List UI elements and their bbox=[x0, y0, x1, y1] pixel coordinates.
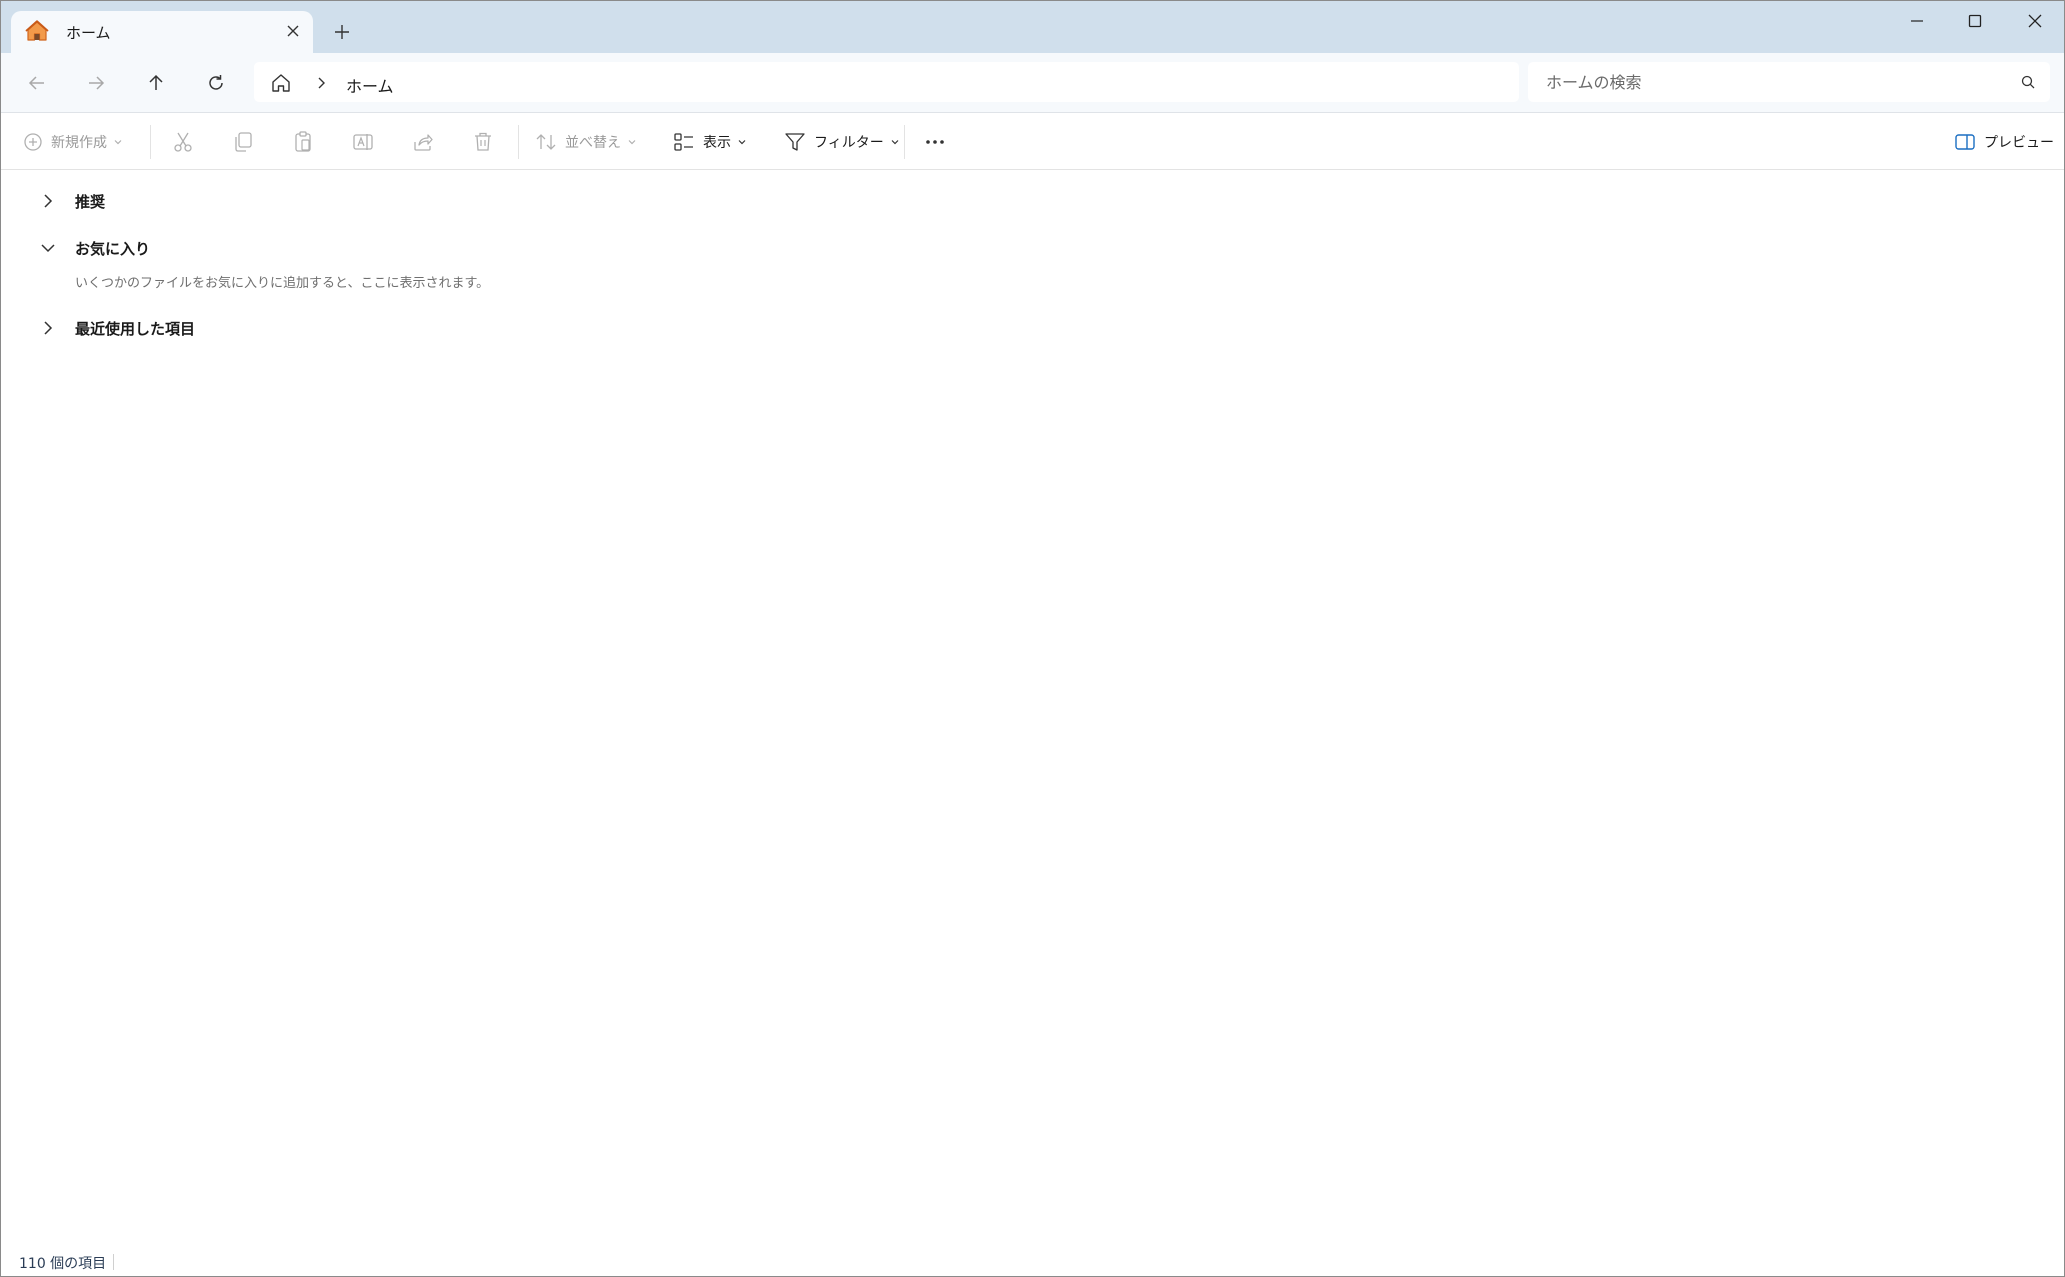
preview-pane-icon bbox=[1954, 131, 1976, 153]
chevron-down-icon bbox=[627, 137, 637, 147]
favorites-empty-message: いくつかのファイルをお気に入りに追加すると、ここに表示されます。 bbox=[75, 276, 490, 291]
up-button[interactable] bbox=[142, 69, 170, 97]
home-content: 推奨 お気に入り いくつかのファイルをお気に入りに追加すると、ここに表示されます… bbox=[1, 171, 2064, 1246]
section-title: 推奨 bbox=[75, 192, 106, 211]
chevron-down-icon bbox=[737, 137, 747, 147]
chevron-down-icon[interactable] bbox=[37, 237, 59, 259]
filter-label: フィルター bbox=[814, 135, 884, 151]
sort-label: 並べ替え bbox=[565, 135, 621, 151]
preview-button[interactable]: プレビュー bbox=[1954, 127, 2054, 157]
chevron-down-icon bbox=[890, 137, 900, 147]
home-outline-icon[interactable] bbox=[270, 72, 292, 94]
search-box[interactable] bbox=[1528, 62, 2050, 102]
cut-button[interactable] bbox=[171, 127, 195, 157]
share-icon bbox=[411, 130, 435, 154]
copy-button[interactable] bbox=[231, 127, 255, 157]
section-title: お気に入り bbox=[75, 239, 151, 258]
arrow-up-icon bbox=[146, 73, 166, 93]
search-icon[interactable] bbox=[2020, 74, 2036, 90]
section-favorites[interactable]: お気に入り bbox=[37, 237, 150, 259]
rename-icon bbox=[351, 130, 375, 154]
forward-button[interactable] bbox=[82, 69, 110, 97]
tab-close-icon[interactable] bbox=[283, 21, 303, 41]
sort-button[interactable]: 並べ替え bbox=[535, 127, 637, 157]
scissors-icon bbox=[171, 130, 195, 154]
paste-icon bbox=[291, 130, 315, 154]
copy-icon bbox=[231, 130, 255, 154]
divider bbox=[904, 125, 905, 159]
divider bbox=[150, 125, 151, 159]
chevron-down-icon bbox=[113, 137, 123, 147]
arrow-right-icon bbox=[86, 73, 106, 93]
section-title: 最近使用した項目 bbox=[75, 319, 196, 338]
maximize-icon bbox=[1968, 14, 1982, 28]
tab-title: ホーム bbox=[66, 24, 111, 42]
trash-icon bbox=[471, 130, 495, 154]
tab-home[interactable]: ホーム bbox=[11, 11, 313, 53]
divider bbox=[518, 125, 519, 159]
file-explorer-window: ホーム ホーム ホームの検索 新規作成 並べ替え 表示 フィルター プレビュー … bbox=[0, 0, 2065, 1277]
status-bar: 110 個の項目 bbox=[1, 1246, 2064, 1277]
navigation-bar: ホーム bbox=[1, 53, 2064, 113]
paste-button[interactable] bbox=[291, 127, 315, 157]
divider bbox=[113, 1254, 114, 1270]
minimize-button[interactable] bbox=[1894, 7, 1940, 35]
arrow-left-icon bbox=[27, 73, 47, 93]
back-button[interactable] bbox=[23, 69, 51, 97]
minimize-icon bbox=[1910, 14, 1924, 28]
view-label: 表示 bbox=[703, 135, 731, 151]
item-count: 110 個の項目 bbox=[19, 1256, 107, 1272]
refresh-icon bbox=[206, 73, 226, 93]
refresh-button[interactable] bbox=[202, 69, 230, 97]
delete-button[interactable] bbox=[471, 127, 495, 157]
new-label: 新規作成 bbox=[51, 135, 107, 151]
section-recommended[interactable]: 推奨 bbox=[37, 190, 105, 212]
view-button[interactable]: 表示 bbox=[673, 127, 747, 157]
sort-arrows-icon bbox=[535, 131, 557, 153]
close-window-button[interactable] bbox=[2012, 7, 2058, 35]
breadcrumb-home[interactable]: ホーム bbox=[346, 73, 394, 97]
new-button[interactable]: 新規作成 bbox=[23, 127, 123, 157]
share-button[interactable] bbox=[411, 127, 435, 157]
new-tab-plus-icon[interactable] bbox=[331, 21, 353, 43]
chevron-right-icon[interactable] bbox=[37, 317, 59, 339]
maximize-button[interactable] bbox=[1952, 7, 1998, 35]
close-icon bbox=[2027, 13, 2043, 29]
view-list-icon bbox=[673, 131, 695, 153]
more-dots-icon bbox=[923, 130, 947, 154]
filter-button[interactable]: フィルター bbox=[784, 127, 900, 157]
rename-button[interactable] bbox=[351, 127, 375, 157]
search-input[interactable] bbox=[1528, 62, 2050, 102]
chevron-right-icon[interactable] bbox=[314, 74, 330, 92]
plus-circle-icon bbox=[23, 132, 43, 152]
address-bar[interactable]: ホーム bbox=[254, 62, 1519, 102]
preview-label: プレビュー bbox=[1984, 135, 2054, 151]
home-icon bbox=[25, 19, 49, 43]
more-options-button[interactable] bbox=[923, 127, 947, 157]
section-recent[interactable]: 最近使用した項目 bbox=[37, 317, 195, 339]
filter-funnel-icon bbox=[784, 131, 806, 153]
chevron-right-icon[interactable] bbox=[37, 190, 59, 212]
command-bar: 新規作成 並べ替え 表示 フィルター プレビュー bbox=[1, 113, 2064, 170]
title-bar: ホーム bbox=[1, 1, 2064, 53]
